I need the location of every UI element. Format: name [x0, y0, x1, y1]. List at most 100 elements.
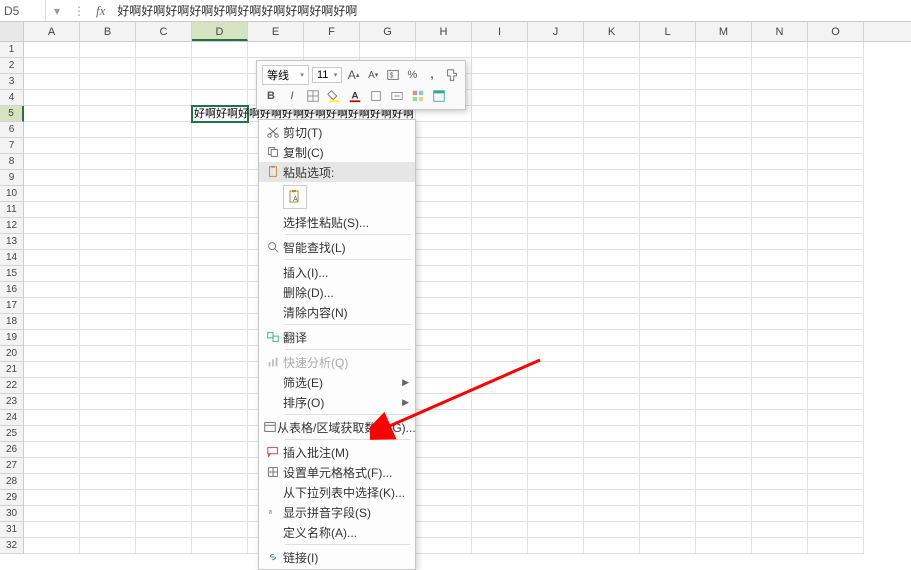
cell-J24[interactable]	[528, 410, 584, 426]
cell-L14[interactable]	[640, 250, 696, 266]
menu-translate[interactable]: 翻译	[259, 327, 415, 347]
cell-D14[interactable]	[192, 250, 248, 266]
cell-L9[interactable]	[640, 170, 696, 186]
cell-C12[interactable]	[136, 218, 192, 234]
column-header-F[interactable]: F	[304, 22, 360, 41]
cell-J31[interactable]	[528, 522, 584, 538]
cell-K22[interactable]	[584, 378, 640, 394]
row-header-14[interactable]: 14	[0, 250, 24, 266]
column-header-H[interactable]: H	[416, 22, 472, 41]
cell-B28[interactable]	[80, 474, 136, 490]
row-header-5[interactable]: 5	[0, 106, 24, 122]
cell-I22[interactable]	[472, 378, 528, 394]
cell-J10[interactable]	[528, 186, 584, 202]
cell-A5[interactable]	[24, 106, 80, 122]
cell-N6[interactable]	[752, 122, 808, 138]
cell-J17[interactable]	[528, 298, 584, 314]
cell-K8[interactable]	[584, 154, 640, 170]
menu-paste-special[interactable]: 选择性粘贴(S)...	[259, 212, 415, 232]
cell-D25[interactable]	[192, 426, 248, 442]
cell-B13[interactable]	[80, 234, 136, 250]
column-header-K[interactable]: K	[584, 22, 640, 41]
cell-A20[interactable]	[24, 346, 80, 362]
cell-A2[interactable]	[24, 58, 80, 74]
cell-M13[interactable]	[696, 234, 752, 250]
cell-N16[interactable]	[752, 282, 808, 298]
cell-I27[interactable]	[472, 458, 528, 474]
cell-A15[interactable]	[24, 266, 80, 282]
cell-H25[interactable]	[416, 426, 472, 442]
cell-A28[interactable]	[24, 474, 80, 490]
row-header-21[interactable]: 21	[0, 362, 24, 378]
cell-K12[interactable]	[584, 218, 640, 234]
cell-C11[interactable]	[136, 202, 192, 218]
cell-J2[interactable]	[528, 58, 584, 74]
cell-K7[interactable]	[584, 138, 640, 154]
row-header-25[interactable]: 25	[0, 426, 24, 442]
column-header-I[interactable]: I	[472, 22, 528, 41]
cell-J4[interactable]	[528, 90, 584, 106]
column-header-L[interactable]: L	[640, 22, 696, 41]
cell-I19[interactable]	[472, 330, 528, 346]
cell-N26[interactable]	[752, 442, 808, 458]
cell-N21[interactable]	[752, 362, 808, 378]
cell-K1[interactable]	[584, 42, 640, 58]
cell-M17[interactable]	[696, 298, 752, 314]
cell-D17[interactable]	[192, 298, 248, 314]
cell-J8[interactable]	[528, 154, 584, 170]
cell-M31[interactable]	[696, 522, 752, 538]
cell-A32[interactable]	[24, 538, 80, 554]
cell-A16[interactable]	[24, 282, 80, 298]
cell-A18[interactable]	[24, 314, 80, 330]
cell-I16[interactable]	[472, 282, 528, 298]
cell-I13[interactable]	[472, 234, 528, 250]
menu-get-data-table[interactable]: 从表格/区域获取数据(G)...	[259, 417, 415, 437]
cell-D28[interactable]	[192, 474, 248, 490]
cell-B25[interactable]	[80, 426, 136, 442]
column-header-E[interactable]: E	[248, 22, 304, 41]
cell-B7[interactable]	[80, 138, 136, 154]
cell-D15[interactable]	[192, 266, 248, 282]
conditional-format-icon[interactable]	[409, 87, 427, 105]
cell-K10[interactable]	[584, 186, 640, 202]
cell-H14[interactable]	[416, 250, 472, 266]
cell-J18[interactable]	[528, 314, 584, 330]
cell-L8[interactable]	[640, 154, 696, 170]
cell-L27[interactable]	[640, 458, 696, 474]
cell-A1[interactable]	[24, 42, 80, 58]
cell-L6[interactable]	[640, 122, 696, 138]
row-header-4[interactable]: 4	[0, 90, 24, 106]
cell-I29[interactable]	[472, 490, 528, 506]
cell-I15[interactable]	[472, 266, 528, 282]
cell-A31[interactable]	[24, 522, 80, 538]
cell-L7[interactable]	[640, 138, 696, 154]
cell-I5[interactable]	[472, 106, 528, 122]
cell-B16[interactable]	[80, 282, 136, 298]
cell-O4[interactable]	[808, 90, 864, 106]
cell-H11[interactable]	[416, 202, 472, 218]
cell-O18[interactable]	[808, 314, 864, 330]
cell-H17[interactable]	[416, 298, 472, 314]
italic-button[interactable]: I	[283, 87, 301, 105]
cell-N3[interactable]	[752, 74, 808, 90]
cell-N7[interactable]	[752, 138, 808, 154]
cell-K21[interactable]	[584, 362, 640, 378]
cell-O5[interactable]	[808, 106, 864, 122]
cell-L18[interactable]	[640, 314, 696, 330]
cell-I11[interactable]	[472, 202, 528, 218]
cell-I20[interactable]	[472, 346, 528, 362]
cell-O32[interactable]	[808, 538, 864, 554]
row-header-13[interactable]: 13	[0, 234, 24, 250]
cell-O9[interactable]	[808, 170, 864, 186]
cell-L24[interactable]	[640, 410, 696, 426]
cell-K20[interactable]	[584, 346, 640, 362]
cell-C28[interactable]	[136, 474, 192, 490]
cell-O28[interactable]	[808, 474, 864, 490]
cell-C7[interactable]	[136, 138, 192, 154]
column-header-D[interactable]: D	[192, 22, 248, 41]
cell-N10[interactable]	[752, 186, 808, 202]
cell-O14[interactable]	[808, 250, 864, 266]
row-header-23[interactable]: 23	[0, 394, 24, 410]
cell-C21[interactable]	[136, 362, 192, 378]
cell-D20[interactable]	[192, 346, 248, 362]
